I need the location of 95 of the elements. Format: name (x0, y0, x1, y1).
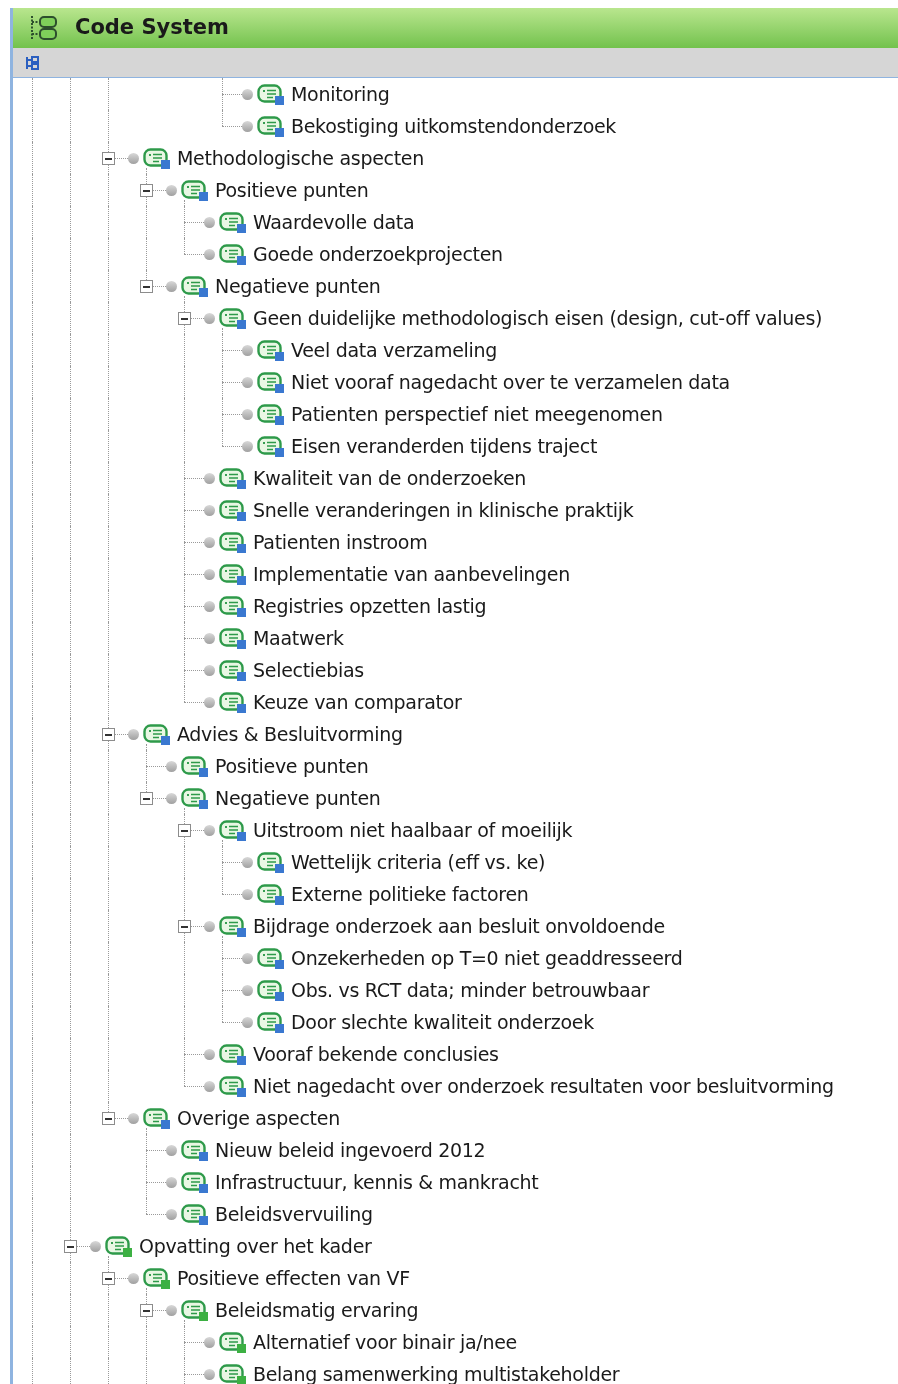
code-label[interactable]: Positieve punten (215, 750, 369, 782)
code-label[interactable]: Keuze van comparator (253, 686, 462, 718)
code-icon (219, 468, 247, 489)
code-label[interactable]: Door slechte kwaliteit onderzoek (291, 1006, 594, 1038)
code-icon (219, 820, 247, 841)
code-icon (219, 596, 247, 617)
collapse-toggle[interactable] (178, 312, 191, 325)
code-label[interactable]: Maatwerk (253, 622, 344, 654)
code-icon (257, 372, 285, 393)
code-icon (181, 1300, 209, 1321)
code-icon (257, 884, 285, 905)
code-label[interactable]: Kwaliteit van de onderzoeken (253, 462, 527, 494)
code-label[interactable]: Externe politieke factoren (291, 878, 529, 910)
collapse-toggle[interactable] (140, 1304, 153, 1317)
code-label[interactable]: Wettelijk criteria (eff vs. ke) (291, 846, 546, 878)
code-label[interactable]: Snelle veranderingen in klinische praktijk (253, 494, 634, 526)
code-icon (257, 340, 285, 361)
code-label[interactable]: Patienten perspectief niet meegenomen (291, 398, 663, 430)
code-icon (105, 1236, 133, 1257)
code-label[interactable]: Obs. vs RCT data; minder betrouwbaar (291, 974, 650, 1006)
code-icon (257, 852, 285, 873)
code-icon (219, 308, 247, 329)
code-icon (257, 436, 285, 457)
code-icon (219, 532, 247, 553)
collapse-toggle[interactable] (102, 1112, 115, 1125)
code-label[interactable]: Negatieve punten (215, 782, 381, 814)
code-label[interactable]: Infrastructuur, kennis & mankracht (215, 1166, 539, 1198)
code-icon (219, 1076, 247, 1097)
code-label[interactable]: Selectiebias (253, 654, 364, 686)
code-icon (257, 948, 285, 969)
collapse-toggle[interactable] (178, 824, 191, 837)
code-label[interactable]: Bekostiging uitkomstendonderzoek (291, 110, 617, 142)
code-label[interactable]: Goede onderzoekprojecten (253, 238, 503, 270)
code-icon (257, 116, 285, 137)
code-label[interactable]: Alternatief voor binair ja/nee (253, 1326, 517, 1358)
code-icon (219, 1044, 247, 1065)
code-icon (219, 660, 247, 681)
code-label[interactable]: Advies & Besluitvorming (177, 718, 403, 750)
code-icon (257, 1012, 285, 1033)
code-label[interactable]: Monitoring (291, 78, 390, 110)
code-label[interactable]: Opvatting over het kader (139, 1230, 372, 1262)
collapse-toggle[interactable] (102, 152, 115, 165)
code-icon (219, 500, 247, 521)
code-icon (143, 724, 171, 745)
code-label[interactable]: Overige aspecten (177, 1102, 340, 1134)
panel-title: Code System (75, 14, 229, 42)
collapse-toggle[interactable] (140, 184, 153, 197)
code-label[interactable]: Negatieve punten (215, 270, 381, 302)
code-icon (219, 1364, 247, 1384)
code-icon (219, 692, 247, 713)
collapse-toggle[interactable] (140, 792, 153, 805)
code-icon (257, 980, 285, 1001)
collapse-toggle[interactable] (64, 1240, 77, 1253)
code-icon (219, 916, 247, 937)
code-label[interactable]: Positieve effecten van VF (177, 1262, 410, 1294)
code-icon (219, 628, 247, 649)
code-label[interactable]: Eisen veranderden tijdens traject (291, 430, 598, 462)
code-icon (181, 788, 209, 809)
code-icon (143, 1268, 171, 1289)
code-icon (181, 756, 209, 777)
code-label[interactable]: Nieuw beleid ingevoerd 2012 (215, 1134, 486, 1166)
code-label[interactable]: Vooraf bekende conclusies (253, 1038, 499, 1070)
code-label[interactable]: Methodologische aspecten (177, 142, 424, 174)
code-icon (181, 1204, 209, 1225)
collapse-toggle[interactable] (102, 728, 115, 741)
code-label[interactable]: Positieve punten (215, 174, 369, 206)
code-icon (219, 244, 247, 265)
code-label[interactable]: Implementatie van aanbevelingen (253, 558, 570, 590)
code-label[interactable]: Registries opzetten lastig (253, 590, 487, 622)
code-icon (219, 1332, 247, 1353)
code-label[interactable]: Uitstroom niet haalbaar of moeilijk (253, 814, 573, 846)
code-label[interactable]: Onzekerheden op T=0 niet geaddresseerd (291, 942, 683, 974)
code-icon (219, 564, 247, 585)
code-icon (219, 212, 247, 233)
code-label[interactable]: Beleidsmatig ervaring (215, 1294, 419, 1326)
code-icon (181, 1172, 209, 1193)
tree-view-icon[interactable] (25, 55, 39, 70)
code-label[interactable]: Geen duidelijke methodologisch eisen (design, cut-off values) (253, 302, 823, 334)
code-icon (257, 84, 285, 105)
collapse-toggle[interactable] (140, 280, 153, 293)
code-label[interactable]: Niet vooraf nagedacht over te verzamelen data (291, 366, 730, 398)
code-icon (257, 404, 285, 425)
code-label[interactable]: Niet nagedacht over onderzoek resultaten voor besluitvorming (253, 1070, 834, 1102)
collapse-toggle[interactable] (178, 920, 191, 933)
collapse-toggle[interactable] (102, 1272, 115, 1285)
code-icon (181, 276, 209, 297)
code-icon (143, 148, 171, 169)
code-label[interactable]: Beleidsvervuiling (215, 1198, 373, 1230)
code-icon (181, 180, 209, 201)
code-icon (143, 1108, 171, 1129)
code-label[interactable]: Bijdrage onderzoek aan besluit onvoldoende (253, 910, 665, 942)
code-label[interactable]: Patienten instroom (253, 526, 428, 558)
code-label[interactable]: Waardevolle data (253, 206, 415, 238)
code-icon (181, 1140, 209, 1161)
code-label[interactable]: Veel data verzameling (291, 334, 497, 366)
